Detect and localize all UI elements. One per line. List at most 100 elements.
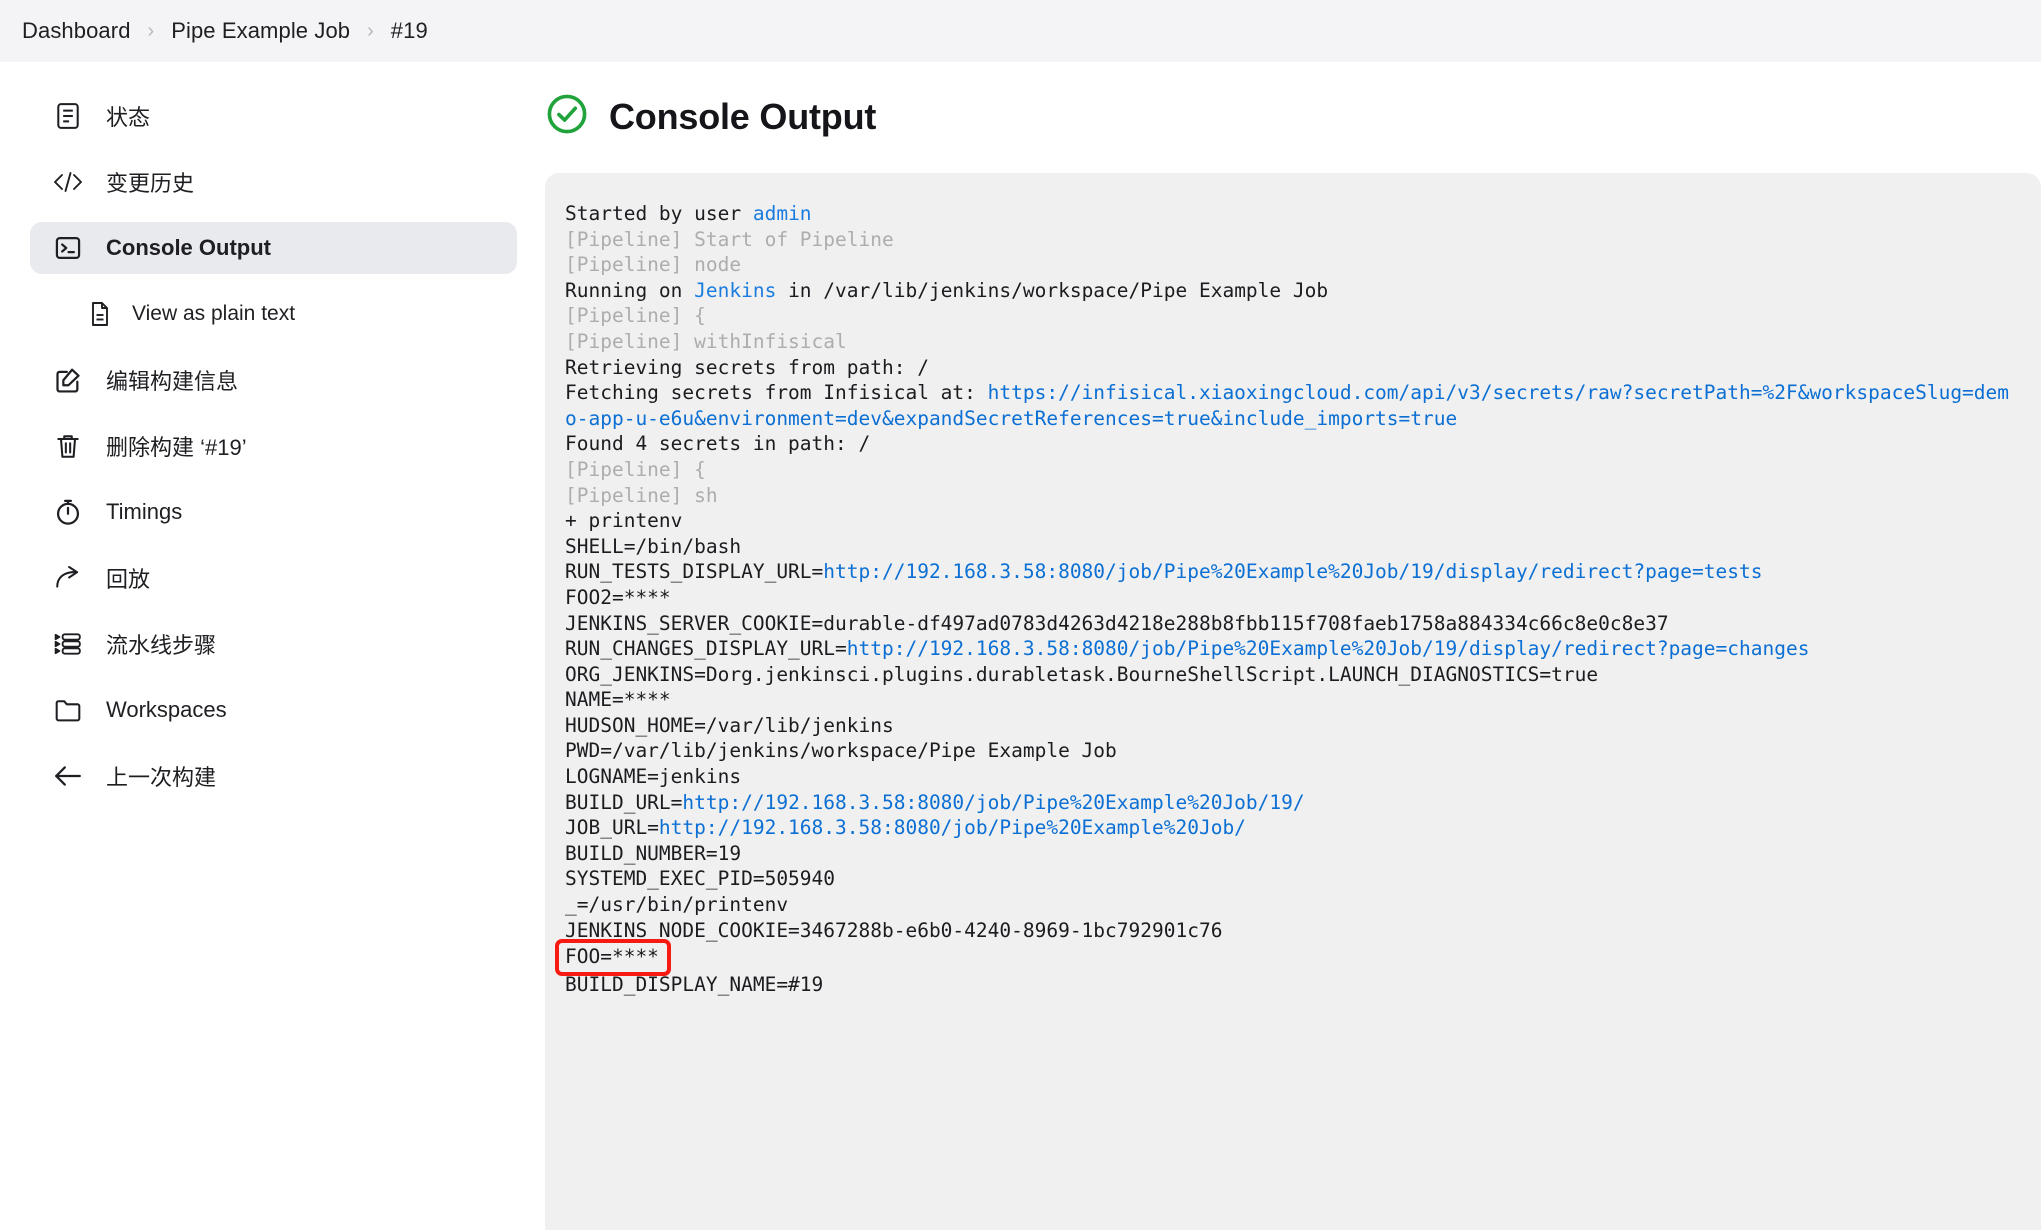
console-log-line: LOGNAME=jenkins <box>565 764 2017 790</box>
console-log-line: BUILD_URL=http://192.168.3.58:8080/job/P… <box>565 790 2017 816</box>
console-log-line: [Pipeline] Start of Pipeline <box>565 227 2017 253</box>
arrow-left-icon <box>52 760 84 792</box>
log-text: ORG_JENKINS=Dorg.jenkinsci.plugins.durab… <box>565 662 1599 686</box>
console-log-line: Started by user admin <box>565 201 2017 227</box>
trash-icon <box>52 430 84 462</box>
log-text: JENKINS_NODE_COOKIE=3467288b-e6b0-4240-8… <box>565 918 1223 942</box>
log-text: JENKINS_SERVER_COOKIE=durable-df497ad078… <box>565 611 1669 635</box>
log-text: PWD=/var/lib/jenkins/workspace/Pipe Exam… <box>565 739 1117 763</box>
breadcrumb-item-dashboard[interactable]: Dashboard <box>22 18 131 44</box>
sidebar-item-label: 状态 <box>106 105 151 130</box>
log-url-link[interactable]: http://192.168.3.58:8080/job/Pipe%20Exam… <box>682 791 1304 814</box>
sidebar-item-console-output[interactable]: Console Output <box>30 222 517 274</box>
console-log-line: FOO=**** <box>555 939 2017 976</box>
console-log-line: JENKINS_NODE_COOKIE=3467288b-e6b0-4240-8… <box>565 918 2017 944</box>
sidebar-item-label: 编辑构建信息 <box>106 369 239 394</box>
document-icon <box>52 100 84 132</box>
sidebar-item-label: Timings <box>106 499 183 524</box>
sidebar-item-timings[interactable]: Timings <box>30 486 517 538</box>
terminal-icon <box>52 232 84 264</box>
console-log-line: [Pipeline] node <box>565 252 2017 278</box>
sidebar-item-label: View as plain text <box>132 302 296 325</box>
sidebar-item-replay[interactable]: 回放 <box>30 552 517 604</box>
console-log-line: [Pipeline] { <box>565 303 2017 329</box>
log-text: SYSTEMD_EXEC_PID=505940 <box>565 867 836 891</box>
console-log-line: Fetching secrets from Infisical at: http… <box>565 380 2017 431</box>
console-log-line: PWD=/var/lib/jenkins/workspace/Pipe Exam… <box>565 738 2017 764</box>
sidebar-item-label: 变更历史 <box>106 171 195 196</box>
sidebar-item-view-as-plain-text[interactable]: View as plain text <box>30 288 517 340</box>
console-log-line: Running on Jenkins in /var/lib/jenkins/w… <box>565 278 2017 304</box>
edit-icon <box>52 364 84 396</box>
page-header: Console Output <box>545 92 2041 141</box>
breadcrumb-item-build[interactable]: #19 <box>391 18 428 44</box>
log-text: Retrieving secrets from path: / <box>565 355 929 379</box>
console-log-line: Retrieving secrets from path: / <box>565 355 2017 381</box>
console-log-line: JENKINS_SERVER_COOKIE=durable-df497ad078… <box>565 611 2017 637</box>
breadcrumb: Dashboard › Pipe Example Job › #19 <box>0 0 2041 62</box>
sidebar-item-previous-build[interactable]: 上一次构建 <box>30 750 517 802</box>
steps-icon <box>52 628 84 660</box>
console-log-line: _=/usr/bin/printenv <box>565 892 2017 918</box>
sidebar-item-label: Workspaces <box>106 697 227 722</box>
sidebar-item-workspaces[interactable]: Workspaces <box>30 684 517 736</box>
log-text: SHELL=/bin/bash <box>565 534 742 558</box>
log-url-link[interactable]: http://192.168.3.58:8080/job/Pipe%20Exam… <box>823 560 1762 583</box>
log-text: FOO2=**** <box>565 585 671 609</box>
console-log-line: RUN_CHANGES_DISPLAY_URL=http://192.168.3… <box>565 636 2017 662</box>
log-text: in /var/lib/jenkins/workspace/Pipe Examp… <box>776 278 1329 302</box>
log-entity-link[interactable]: admin <box>753 202 812 225</box>
breadcrumb-separator-icon: › <box>367 19 374 42</box>
pipeline-step-text: [Pipeline] { <box>565 457 706 481</box>
log-url-link[interactable]: http://192.168.3.58:8080/job/Pipe%20Exam… <box>847 637 1810 660</box>
console-log-line: BUILD_NUMBER=19 <box>565 841 2017 867</box>
sidebar-item-status[interactable]: 状态 <box>30 90 517 142</box>
sidebar-item-changes[interactable]: 变更历史 <box>30 156 517 208</box>
console-log-line: SHELL=/bin/bash <box>565 534 2017 560</box>
console-log-line: [Pipeline] { <box>565 457 2017 483</box>
highlighted-env-var: FOO=**** <box>555 939 671 976</box>
sidebar: 状态 变更历史 Console Output View as plain tex… <box>0 62 545 1230</box>
log-text: RUN_TESTS_DISPLAY_URL= <box>565 560 824 584</box>
console-output-log[interactable]: Started by user admin [Pipeline] Start of… <box>545 173 2041 1230</box>
log-entity-link[interactable]: Jenkins <box>694 279 776 302</box>
plain-text-icon <box>86 300 114 328</box>
log-text: NAME=**** <box>565 688 671 712</box>
main-content: Console Output Started by user admin [Pip… <box>545 62 2041 1230</box>
console-log-line: ORG_JENKINS=Dorg.jenkinsci.plugins.durab… <box>565 662 2017 688</box>
pipeline-step-text: [Pipeline] withInfisical <box>565 329 847 353</box>
log-text: BUILD_URL= <box>565 790 683 814</box>
sidebar-item-label: 流水线步骤 <box>106 633 217 658</box>
log-text: Fetching secrets from Infisical at: <box>565 381 988 405</box>
console-log-line: RUN_TESTS_DISPLAY_URL=http://192.168.3.5… <box>565 559 2017 585</box>
sidebar-item-label: 回放 <box>106 567 151 592</box>
console-log-line: [Pipeline] sh <box>565 483 2017 509</box>
log-text: Found 4 secrets in path: / <box>565 432 871 456</box>
console-log-line: BUILD_DISPLAY_NAME=#19 <box>565 972 2017 998</box>
console-log-line: HUDSON_HOME=/var/lib/jenkins <box>565 713 2017 739</box>
log-text: _=/usr/bin/printenv <box>565 893 789 917</box>
breadcrumb-item-job[interactable]: Pipe Example Job <box>171 18 350 44</box>
log-text: BUILD_DISPLAY_NAME=#19 <box>565 972 824 996</box>
replay-icon <box>52 562 84 594</box>
log-text: HUDSON_HOME=/var/lib/jenkins <box>565 713 894 737</box>
console-log-line: + printenv <box>565 508 2017 534</box>
sidebar-item-label: 上一次构建 <box>106 765 217 790</box>
console-log-line: SYSTEMD_EXEC_PID=505940 <box>565 866 2017 892</box>
pipeline-step-text: [Pipeline] sh <box>565 483 718 507</box>
log-text: + printenv <box>565 509 683 533</box>
log-text: Running on <box>565 278 695 302</box>
sidebar-item-label: 删除构建 ‘#19’ <box>106 435 247 460</box>
console-log-line: Found 4 secrets in path: / <box>565 431 2017 457</box>
breadcrumb-separator-icon: › <box>147 19 155 42</box>
log-text: BUILD_NUMBER=19 <box>565 841 742 865</box>
sidebar-item-delete-build[interactable]: 删除构建 ‘#19’ <box>30 420 517 472</box>
pipeline-step-text: [Pipeline] { <box>565 304 706 328</box>
console-log-line: [Pipeline] withInfisical <box>565 329 2017 355</box>
sidebar-item-pipeline-steps[interactable]: 流水线步骤 <box>30 618 517 670</box>
page-title: Console Output <box>609 95 877 137</box>
success-check-icon <box>545 92 589 141</box>
log-url-link[interactable]: http://192.168.3.58:8080/job/Pipe%20Exam… <box>659 816 1246 839</box>
sidebar-item-edit-build-information[interactable]: 编辑构建信息 <box>30 354 517 406</box>
log-text: Started by user <box>565 202 753 225</box>
